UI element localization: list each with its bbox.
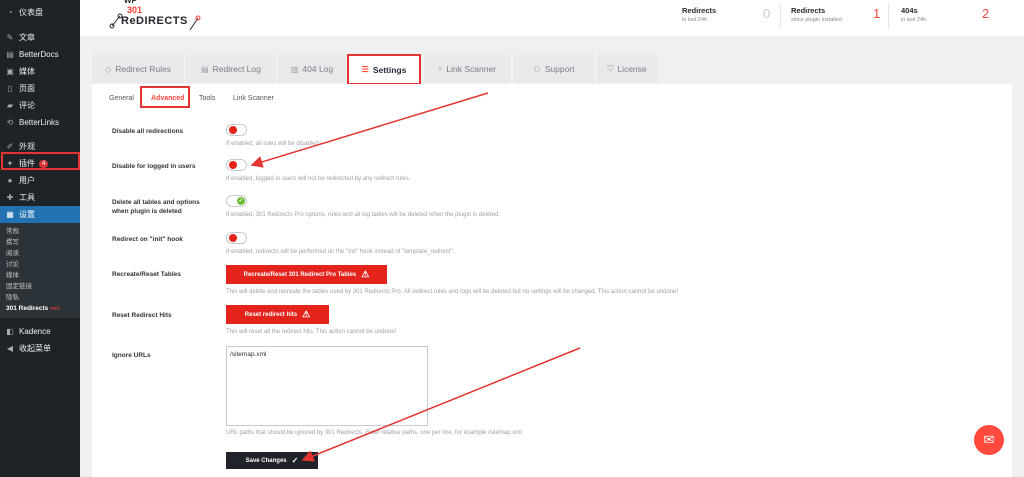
settings-icon: ▦ xyxy=(6,210,14,219)
submenu-item[interactable]: 撰写 xyxy=(0,237,80,248)
init-hook-toggle[interactable] xyxy=(226,232,247,244)
sidebar-item-posts[interactable]: ✎ 文章 xyxy=(0,29,80,46)
logo-graph-icon xyxy=(109,13,201,31)
submenu-item[interactable]: 固定链接 xyxy=(0,281,80,292)
warning-icon: ⚠ xyxy=(302,309,311,319)
pin-icon: ✎ xyxy=(6,33,14,42)
init-hook-label: Redirect on "init" hook xyxy=(112,236,183,243)
submenu-item-301-redirects[interactable]: 301 Redirects PRO xyxy=(0,303,80,314)
sidebar-item-pages[interactable]: ▯ 页面 xyxy=(0,80,80,97)
media-icon: ▣ xyxy=(6,67,14,76)
sidebar-item-betterdocs[interactable]: ▤ BetterDocs xyxy=(0,46,80,63)
log-icon: ▤ xyxy=(201,64,209,74)
disable-logged-label: Disable for logged in users xyxy=(112,163,196,170)
subtab-tools[interactable]: Tools xyxy=(199,95,215,102)
link-icon: ⟲ xyxy=(6,118,14,127)
tab-license[interactable]: ⛉ License xyxy=(597,55,657,83)
plugin-header: WP 301 ReDIRECTS Redirects in last 24h 0… xyxy=(80,0,1024,36)
sidebar-item-kadence[interactable]: ◧ Kadence xyxy=(0,323,80,340)
advanced-highlight-box xyxy=(140,86,190,108)
stat-404s-24h-value: 2 xyxy=(982,6,990,21)
submenu-item[interactable]: 讨论 xyxy=(0,259,80,270)
sidebar-item-users[interactable]: ● 用户 xyxy=(0,172,80,189)
disable-logged-help: If enabled, logged in users will not be … xyxy=(226,176,411,182)
dashboard-icon: ◔ xyxy=(7,8,13,17)
recreate-label: Recreate/Reset Tables xyxy=(112,271,181,278)
init-hook-help: If enabled, redirects will be performed … xyxy=(226,249,455,255)
delete-tables-label: Delete all tables and options when plugi… xyxy=(112,199,200,215)
admin-sidebar: ◔ 仪表盘 ✎ 文章 ▤ BetterDocs ▣ 媒体 ▯ 页面 ▰ 评论 ⟲ Better… xyxy=(0,0,80,477)
delete-tables-toggle[interactable]: ✓ xyxy=(226,195,247,207)
tab-404-log[interactable]: ▥ 404 Log xyxy=(278,55,346,83)
sidebar-item-betterlinks[interactable]: ⟲ BetterLinks xyxy=(0,114,80,131)
collapse-menu-button[interactable]: ◀ 收起菜单 xyxy=(0,340,80,357)
tab-redirect-rules[interactable]: ◇ Redirect Rules xyxy=(92,55,184,83)
brush-icon: ✐ xyxy=(6,142,14,151)
subtab-link-scanner[interactable]: Link Scanner xyxy=(233,95,274,102)
save-changes-button[interactable]: Save Changes ✓ xyxy=(226,452,318,469)
stat-redirects-total: Redirects since plugin installed xyxy=(791,6,842,23)
disable-logged-toggle[interactable] xyxy=(226,159,247,171)
shield-icon: ⛉ xyxy=(607,64,614,73)
divider xyxy=(780,4,781,28)
chat-icon: ✉ xyxy=(983,432,995,447)
sidebar-item-tools[interactable]: ✚ 工具 xyxy=(0,189,80,206)
stat-redirects-24h-value: 0 xyxy=(763,6,771,21)
delete-tables-help: If enabled, 301 Redirects Pro options, r… xyxy=(226,212,501,218)
check-icon: ✓ xyxy=(291,456,299,465)
help-chat-button[interactable]: ✉ xyxy=(974,425,1004,455)
sidebar-item-media[interactable]: ▣ 媒体 xyxy=(0,63,80,80)
wrench-icon: ✚ xyxy=(6,193,14,202)
disable-all-toggle[interactable] xyxy=(226,124,247,136)
subtab-general[interactable]: General xyxy=(109,95,134,102)
sidebar-item-dashboard[interactable]: ◔ 仪表盘 xyxy=(0,4,80,21)
stat-404s-24h: 404s in last 24h xyxy=(901,6,927,23)
kadence-icon: ◧ xyxy=(6,327,14,336)
user-icon: ● xyxy=(7,176,13,185)
reset-hits-label: Reset Redirect Hits xyxy=(112,312,172,319)
ignore-urls-textarea[interactable]: /sitemap.xml xyxy=(226,346,428,426)
ignore-urls-label: Ignore URLs xyxy=(112,352,151,359)
submenu-item[interactable]: 阅读 xyxy=(0,248,80,259)
plugins-highlight-box xyxy=(1,152,80,170)
collapse-icon: ◀ xyxy=(6,344,14,353)
rules-icon: ◇ xyxy=(105,64,112,74)
divider xyxy=(888,4,889,28)
recreate-help: This will delete and recreate the tables… xyxy=(226,289,679,295)
disable-all-help: If enabled, all rules will be disabled. xyxy=(226,141,321,147)
database-icon: ▥ xyxy=(290,64,299,74)
submenu-item[interactable]: 常规 xyxy=(0,226,80,237)
submenu-item[interactable]: 隐私 xyxy=(0,292,80,303)
ignore-urls-help: URL paths that should be ignored by 301 … xyxy=(226,430,522,436)
tab-redirect-log[interactable]: ▤ Redirect Log xyxy=(186,55,276,83)
sidebar-item-comments[interactable]: ▰ 评论 xyxy=(0,97,80,114)
settings-highlight-box xyxy=(347,54,421,85)
page-icon: ▯ xyxy=(7,84,13,93)
search-icon: ⌕ xyxy=(437,64,443,73)
stat-redirects-total-value: 1 xyxy=(873,6,881,21)
wp301-logo: WP 301 ReDIRECTS xyxy=(100,0,220,34)
check-icon: ✓ xyxy=(237,197,245,205)
settings-submenu: 常规 撰写 阅读 讨论 媒体 固定链接 隐私 301 Redirects PRO xyxy=(0,223,80,318)
disable-all-label: Disable all redirections xyxy=(112,128,184,135)
support-icon: ⚇ xyxy=(533,64,541,74)
tab-support[interactable]: ⚇ Support xyxy=(514,55,594,83)
warning-icon: ⚠ xyxy=(361,269,370,279)
docs-icon: ▤ xyxy=(6,50,14,59)
submenu-item[interactable]: 媒体 xyxy=(0,270,80,281)
recreate-tables-button[interactable]: Recreate/Reset 301 Redirect Pro Tables ⚠ xyxy=(226,265,387,284)
sidebar-item-settings[interactable]: ▦ 设置 xyxy=(0,206,80,223)
reset-hits-button[interactable]: Reset redirect hits ⚠ xyxy=(226,305,329,324)
comment-icon: ▰ xyxy=(6,101,14,110)
reset-hits-help: This will reset all the redirect hits. T… xyxy=(226,329,397,335)
tab-link-scanner[interactable]: ⌕ Link Scanner xyxy=(424,55,510,83)
stat-redirects-24h: Redirects in last 24h xyxy=(682,6,717,23)
